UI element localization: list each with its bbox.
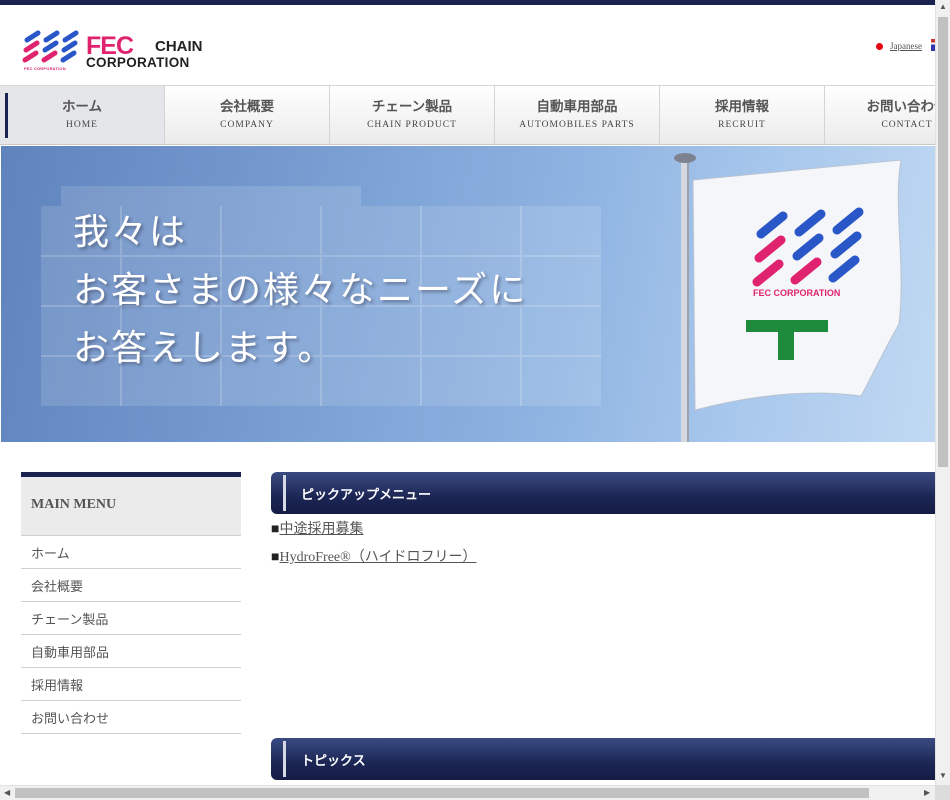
global-nav: ホーム HOME 会社概要 COMPANY チェーン製品 CHAIN PRODU… <box>0 85 935 145</box>
japan-flag-icon <box>876 42 883 50</box>
pickup-menu-list: ■中途採用募集 ■HydroFree®（ハイドロフリー） <box>271 518 476 574</box>
main-menu-sidebar: MAIN MENU ホーム 会社概要 チェーン製品 自動車用部品 採用情報 お問… <box>21 472 241 734</box>
pickup-link-hydrofree[interactable]: HydroFree®（ハイドロフリー） <box>279 550 476 565</box>
sidebar-item-chain-product[interactable]: チェーン製品 <box>21 601 241 634</box>
pickup-item: ■中途採用募集 <box>271 518 476 546</box>
sidebar-item-recruit[interactable]: 採用情報 <box>21 667 241 700</box>
left-arrow-icon[interactable]: ◀ <box>4 788 10 798</box>
hero-tagline-line: お答えします。 <box>73 328 336 369</box>
logo-chain: CHAIN <box>155 38 203 55</box>
horizontal-scroll-thumb[interactable] <box>15 788 869 798</box>
down-arrow-icon[interactable]: ▼ <box>939 772 947 780</box>
logo-mark-icon <box>22 30 79 63</box>
logo-subtext: FEC CORPORATION <box>24 66 66 71</box>
sidebar-item-contact[interactable]: お問い合わせ <box>21 700 241 734</box>
nav-item-recruit[interactable]: 採用情報 RECRUIT <box>660 86 825 144</box>
nav-item-company[interactable]: 会社概要 COMPANY <box>165 86 330 144</box>
pickup-menu-header: ピックアップメニュー <box>271 472 935 514</box>
up-arrow-icon[interactable]: ▲ <box>939 3 947 11</box>
nav-item-automobile-parts[interactable]: 自動車用部品 AUTOMOBILES PARTS <box>495 86 660 144</box>
logo-corporation: CORPORATION <box>86 55 190 70</box>
flag-logo-text: FEC CORPORATION <box>753 288 840 298</box>
sidebar-item-home[interactable]: ホーム <box>21 535 241 568</box>
horizontal-scrollbar[interactable]: ◀ ▶ <box>0 785 935 800</box>
nav-label-jp: ホーム <box>61 99 103 115</box>
nav-item-contact[interactable]: お問い合わせ CONTACT <box>825 86 936 144</box>
pickup-link-midcareer-recruit[interactable]: 中途採用募集 <box>279 522 363 537</box>
nav-label-en: CHAIN PRODUCT <box>367 120 457 130</box>
nav-label-jp: チェーン製品 <box>371 99 453 115</box>
section-title: トピックス <box>301 754 366 769</box>
scrollbar-corner <box>935 785 950 800</box>
hero-tagline-line: お客さまの様々なニーズに <box>73 270 528 311</box>
language-link-japanese[interactable]: Japanese <box>890 41 922 51</box>
site-header: FEC CORPORATION FEC CHAIN CORPORATION Ja… <box>0 5 935 85</box>
nav-label-jp: 自動車用部品 <box>536 99 618 115</box>
nav-label-jp: お問い合わせ <box>866 99 936 115</box>
pickup-item: ■HydroFree®（ハイドロフリー） <box>271 546 476 574</box>
nav-label-en: AUTOMOBILES PARTS <box>519 120 635 130</box>
right-arrow-icon[interactable]: ▶ <box>924 788 930 798</box>
language-switch[interactable]: Japanese <box>876 41 922 51</box>
nav-label-en: COMPANY <box>220 120 274 130</box>
hero-tagline: 我々は お客さまの様々なニーズに お答えします。 <box>73 204 527 378</box>
hero-tagline-line: 我々は <box>73 212 188 253</box>
sidebar-item-company[interactable]: 会社概要 <box>21 568 241 601</box>
nav-item-home[interactable]: ホーム HOME <box>0 86 165 144</box>
company-logo[interactable]: FEC CORPORATION FEC CHAIN CORPORATION <box>22 30 227 75</box>
main-menu-list: ホーム 会社概要 チェーン製品 自動車用部品 採用情報 お問い合わせ <box>21 535 241 734</box>
vertical-scroll-thumb[interactable] <box>938 17 948 467</box>
sidebar-item-automobile-parts[interactable]: 自動車用部品 <box>21 634 241 667</box>
nav-label-jp: 採用情報 <box>715 99 769 115</box>
nav-label-en: CONTACT <box>881 120 933 130</box>
main-menu-heading: MAIN MENU <box>21 472 241 535</box>
hero-banner: FEC CORPORATION 我々は お客さまの様々なニーズに お答えします。 <box>1 146 935 442</box>
nav-label-jp: 会社概要 <box>220 99 274 115</box>
topics-header: トピックス <box>271 738 935 780</box>
nav-label-en: HOME <box>66 120 98 130</box>
section-title: ピックアップメニュー <box>301 488 432 503</box>
nav-label-en: RECRUIT <box>718 120 766 130</box>
vertical-scrollbar[interactable]: ▲ ▼ <box>935 0 950 785</box>
nav-item-chain-product[interactable]: チェーン製品 CHAIN PRODUCT <box>330 86 495 144</box>
